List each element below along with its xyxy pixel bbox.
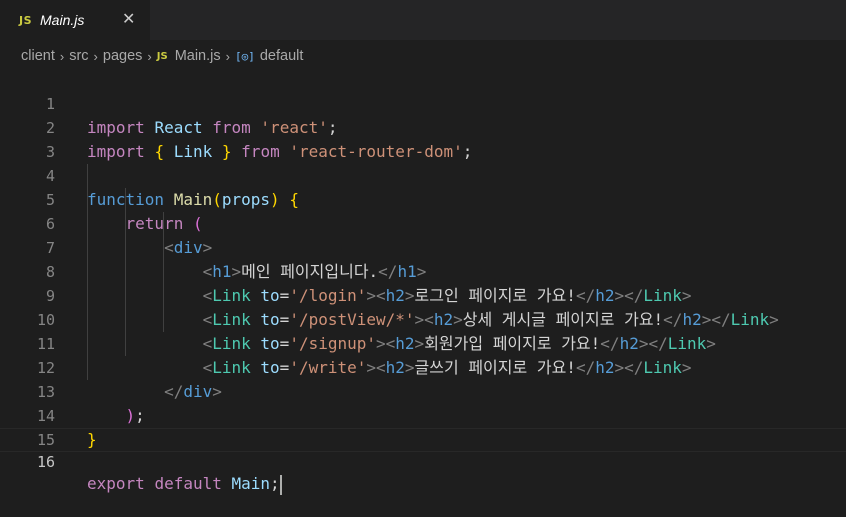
chevron-right-icon: › — [93, 48, 98, 64]
code-line: 15 — [0, 404, 846, 449]
code-token: export — [87, 474, 145, 493]
tab-title: Main.js — [40, 12, 85, 28]
breadcrumb-pages[interactable]: pages — [103, 48, 143, 64]
close-icon[interactable]: ✕ — [122, 10, 135, 30]
breadcrumb: client › src › pages › JS Main.js › [◎] … — [0, 45, 303, 67]
code-token: Main — [231, 474, 271, 493]
code-line: 5 return ( — [0, 164, 846, 233]
code-line: 10 <Link to='/signup'><h2>회원가입 페이지로 가요!<… — [0, 284, 846, 353]
code-line-current: 16 export default Main; — [0, 428, 846, 495]
code-line: 6 <div> — [0, 188, 846, 257]
code-line: 11 <Link to='/write'><h2>글쓰기 페이지로 가요!</h… — [0, 308, 846, 377]
tab-bar: JS Main.js ✕ — [0, 0, 846, 40]
code-line: 9 <Link to='/postView/*'><h2>상세 게시글 페이지로… — [0, 260, 846, 329]
chevron-right-icon: › — [225, 48, 230, 64]
code-token: default — [154, 474, 222, 493]
symbol-variable-icon: [◎] — [234, 49, 255, 63]
code-line: 12 </div> — [0, 332, 846, 401]
code-line: 1 import React from 'react'; — [0, 68, 846, 137]
code-line: 3 — [0, 116, 846, 161]
code-token: ; — [270, 474, 280, 493]
line-number: 16 — [36, 453, 55, 471]
code-line: 8 <Link to='/login'><h2>로그인 페이지로 가요!</h2… — [0, 236, 846, 305]
chevron-right-icon: › — [147, 48, 152, 64]
code-line: 14 } — [0, 380, 846, 449]
code-line: 7 <h1>메인 페이지입니다.</h1> — [0, 212, 846, 281]
code-line: 13 ); — [0, 356, 846, 425]
chevron-right-icon: › — [59, 48, 65, 64]
breadcrumb-file[interactable]: Main.js — [175, 48, 221, 64]
code-line: 2 import { Link } from 'react-router-dom… — [0, 92, 846, 161]
breadcrumb-symbol[interactable]: default — [260, 48, 304, 64]
text-cursor — [279, 474, 282, 495]
code-editor[interactable]: 1 import React from 'react'; 2 import { … — [0, 68, 846, 495]
js-file-icon: JS — [156, 50, 168, 62]
breadcrumb-client[interactable]: client — [21, 48, 55, 64]
tab-main-js[interactable]: JS Main.js ✕ — [0, 0, 150, 40]
code-line: 4 function Main(props) { — [0, 140, 846, 209]
js-file-icon: JS — [19, 13, 33, 27]
breadcrumb-src[interactable]: src — [69, 48, 88, 64]
